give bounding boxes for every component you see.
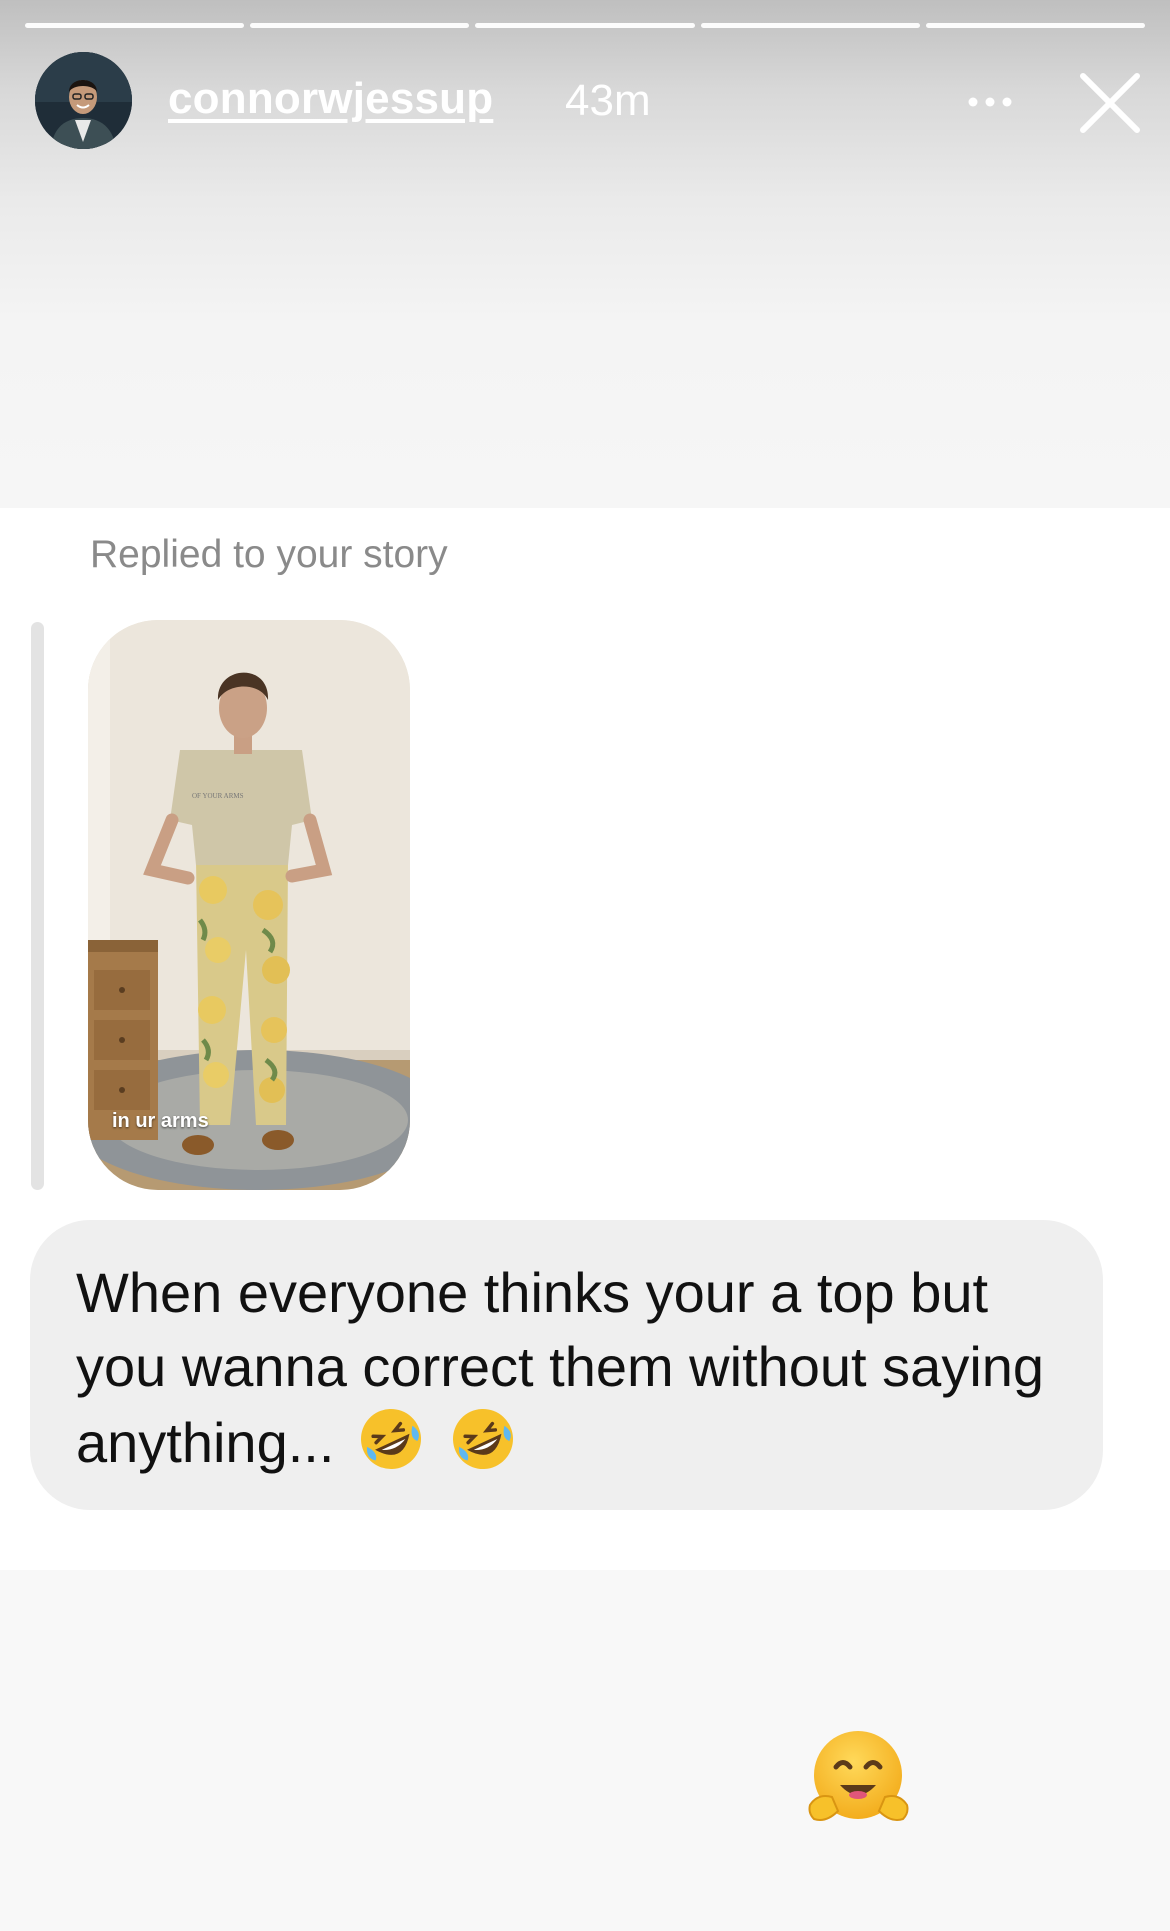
more-options-icon[interactable] <box>960 78 1020 128</box>
progress-segment <box>925 23 1146 28</box>
message-body: When everyone thinks your a top but you … <box>76 1261 1045 1474</box>
story-thumbnail[interactable]: OF YOUR ARMS in ur arms <box>88 620 410 1190</box>
story-header-area: connorwjessup 43m <box>0 0 1170 508</box>
avatar[interactable] <box>35 52 132 149</box>
progress-segment <box>25 23 245 28</box>
rolling-on-floor-laughing-emoji <box>448 1404 518 1492</box>
progress-segment <box>700 23 920 28</box>
username-link[interactable]: connorwjessup <box>168 74 493 124</box>
close-icon[interactable] <box>1075 68 1145 138</box>
progress-segment <box>250 23 470 28</box>
progress-segment <box>475 23 695 28</box>
story-timestamp: 43m <box>565 76 651 125</box>
quote-bar <box>31 622 44 1190</box>
story-photo: OF YOUR ARMS <box>88 620 410 1190</box>
story-caption: in ur arms <box>112 1110 209 1132</box>
message-text: When everyone thinks your a top but you … <box>76 1256 1086 1492</box>
hugging-face-emoji[interactable] <box>806 1727 911 1832</box>
rolling-on-floor-laughing-emoji <box>356 1404 426 1492</box>
story-progress-bar <box>25 23 1146 28</box>
message-bubble[interactable]: When everyone thinks your a top but you … <box>30 1220 1103 1510</box>
replied-to-story-label: Replied to your story <box>90 533 448 576</box>
avatar-image <box>35 52 132 149</box>
shirt-print-text: OF YOUR ARMS <box>192 792 244 800</box>
